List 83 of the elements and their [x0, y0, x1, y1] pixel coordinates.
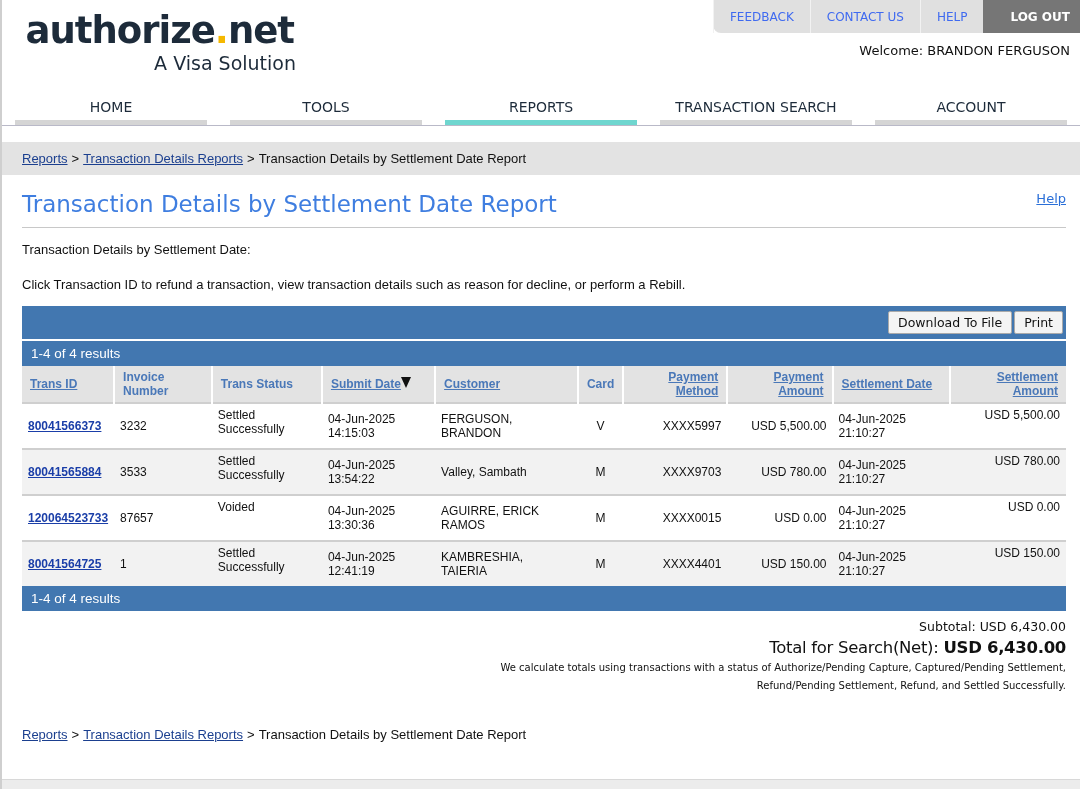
table-cell: USD 0.00 — [950, 495, 1066, 541]
table-cell: 04-Jun-2025 21:10:27 — [832, 403, 951, 449]
toolbar-button[interactable]: Print — [1014, 311, 1063, 334]
table-cell: USD 150.00 — [950, 541, 1066, 586]
column-sort-link[interactable]: Submit Date — [330, 377, 401, 391]
logout-button[interactable]: LOG OUT — [983, 0, 1080, 33]
toolbar-button[interactable]: Download To File — [888, 311, 1013, 334]
table-cell: XXXX4401 — [623, 541, 728, 586]
table-cell: 04-Jun-2025 14:15:03 — [321, 403, 436, 449]
breadcrumb-current: Transaction Details by Settlement Date Report — [258, 727, 527, 742]
column-sort-link[interactable]: Payment Amount — [736, 370, 824, 398]
subtotal-text: Subtotal: USD 6,430.00 — [919, 619, 1066, 634]
table-cell: XXXX5997 — [623, 403, 728, 449]
table-cell: USD 0.00 — [727, 495, 833, 541]
sort-descending-icon[interactable] — [400, 377, 411, 388]
table-cell: Voided — [211, 495, 322, 541]
column-sort-link[interactable]: Settlement Date — [841, 377, 933, 391]
table-cell: V — [577, 403, 624, 449]
breadcrumb-separator: > — [247, 151, 255, 166]
table-cell: 3232 — [114, 403, 212, 449]
column-label: Invoice Number — [123, 370, 170, 398]
table-cell: AGUIRRE, ERICK RAMOS — [435, 495, 578, 541]
table-cell: Settled Successfully — [211, 403, 322, 449]
table-cell: M — [577, 541, 624, 586]
breadcrumb-link[interactable]: Transaction Details Reports — [83, 727, 244, 742]
table-cell: Valley, Sambath — [435, 449, 578, 495]
breadcrumb-separator: > — [247, 727, 255, 742]
table-cell: Settled Successfully — [211, 541, 322, 586]
total-text: Total for Search(Net): USD 6,430.00 — [769, 638, 1066, 657]
column-label: Trans Status — [220, 377, 293, 391]
nav-tab[interactable]: HOME — [15, 96, 207, 125]
breadcrumb-separator: > — [71, 727, 80, 742]
table-cell: 1 — [114, 541, 212, 586]
breadcrumb-current: Transaction Details by Settlement Date Report — [258, 151, 527, 166]
results-count-bar: 1-4 of 4 results — [22, 341, 1066, 366]
table-cell: USD 5,500.00 — [950, 403, 1066, 449]
instructions: Click Transaction ID to refund a transaction, view transaction details such as reason for decline, or perform a Rebill. — [22, 277, 687, 292]
logo-tagline: A Visa Solution — [154, 52, 296, 74]
logo-wordmark: authorize.net — [25, 10, 294, 52]
welcome-text: Welcome: BRANDON FERGUSON — [859, 43, 1070, 58]
table-cell: XXXX0015 — [623, 495, 728, 541]
page-title: Transaction Details by Settlement Date Report — [22, 191, 557, 217]
results-count-bar: 1-4 of 4 results — [22, 586, 1066, 611]
table-cell: Settled Successfully — [211, 449, 322, 495]
totals-note: We calculate totals using transactions with a status of Authorize/Pending Capture, Captured/Pending Settlement, Refund/Pending Settlement, Refund, and Settled Successfully. — [499, 661, 1066, 693]
transaction-id-link[interactable]: 80041564725 — [28, 557, 102, 571]
top-link[interactable]: CONTACT US — [809, 0, 920, 33]
nav-tab[interactable]: ACCOUNT — [875, 96, 1067, 125]
breadcrumb-link[interactable]: Reports — [22, 151, 68, 166]
table-cell: 04-Jun-2025 12:41:19 — [321, 541, 436, 586]
column-label: Card — [586, 377, 615, 391]
subtitle: Transaction Details by Settlement Date: — [22, 242, 252, 257]
table-cell: 04-Jun-2025 21:10:27 — [832, 495, 951, 541]
table-cell: USD 780.00 — [950, 449, 1066, 495]
column-sort-link[interactable]: Customer — [444, 377, 501, 391]
table-cell: M — [577, 495, 624, 541]
table-cell: 3533 — [114, 449, 212, 495]
table-cell: XXXX9703 — [623, 449, 728, 495]
transaction-id-link[interactable]: 80041565884 — [28, 465, 102, 479]
breadcrumb-link[interactable]: Transaction Details Reports — [83, 151, 244, 166]
nav-tab[interactable]: TRANSACTION SEARCH — [660, 96, 852, 125]
nav-tab[interactable]: REPORTS — [445, 96, 637, 125]
breadcrumb-separator: > — [71, 151, 80, 166]
table-cell: USD 5,500.00 — [727, 403, 833, 449]
table-cell: USD 150.00 — [727, 541, 833, 586]
table-cell: FERGUSON, BRANDON — [435, 403, 578, 449]
table-cell: 04-Jun-2025 13:54:22 — [321, 449, 436, 495]
help-link[interactable]: Help — [1036, 191, 1066, 206]
table-cell: 04-Jun-2025 21:10:27 — [832, 541, 951, 586]
table-cell: KAMBRESHIA, TAIERIA — [435, 541, 578, 586]
column-sort-link[interactable]: Trans ID — [30, 377, 78, 391]
column-sort-link[interactable]: Settlement Amount — [959, 370, 1058, 398]
breadcrumb-link[interactable]: Reports — [22, 727, 68, 742]
transaction-id-link[interactable]: 80041566373 — [28, 419, 102, 433]
top-link[interactable]: FEEDBACK — [712, 0, 810, 33]
table-cell: USD 780.00 — [727, 449, 833, 495]
table-cell: 04-Jun-2025 21:10:27 — [832, 449, 951, 495]
table-cell: M — [577, 449, 624, 495]
column-sort-link[interactable]: Payment Method — [632, 370, 719, 398]
transaction-id-link[interactable]: 120064523733 — [28, 511, 109, 525]
table-cell: 04-Jun-2025 13:30:36 — [321, 495, 436, 541]
table-cell: 87657 — [114, 495, 212, 541]
nav-tab[interactable]: TOOLS — [230, 96, 422, 125]
